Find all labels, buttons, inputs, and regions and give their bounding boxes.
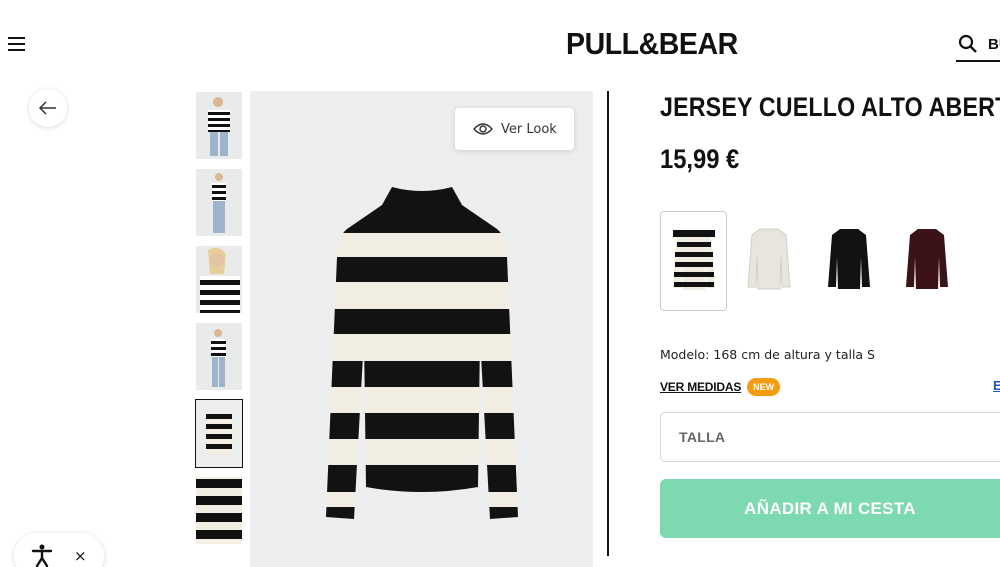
menu-icon[interactable] (8, 36, 25, 52)
ver-look-button[interactable]: Ver Look (455, 108, 574, 150)
product-main-image[interactable]: Ver Look (250, 91, 593, 567)
burgundy-sweater-icon (906, 229, 948, 289)
color-option-cream[interactable] (736, 211, 803, 311)
sweater-image (326, 187, 518, 519)
add-to-cart-button[interactable]: AÑADIR A MI CESTA (660, 479, 1000, 538)
ver-look-label: Ver Look (501, 121, 557, 137)
thumbnail-model-full[interactable] (196, 323, 242, 390)
ver-medidas-link[interactable]: VER MEDIDAS NEW (660, 378, 781, 396)
size-select[interactable]: TALLA (660, 412, 1000, 462)
black-sweater-icon (828, 229, 870, 289)
new-badge: NEW (747, 378, 781, 396)
model-info: Modelo: 168 cm de altura y talla S (660, 347, 875, 362)
striped-sweater-icon (673, 230, 715, 290)
size-guide-link[interactable]: E (993, 378, 1000, 393)
close-icon[interactable]: × (74, 547, 87, 565)
thumbnail-product-flat[interactable] (195, 399, 243, 468)
product-title: JERSEY CUELLO ALTO ABERTUR (660, 92, 1000, 122)
arrow-left-icon (39, 101, 56, 115)
color-selector (660, 211, 1000, 311)
accessibility-icon[interactable] (30, 543, 54, 567)
color-option-striped[interactable] (660, 211, 727, 311)
color-option-black[interactable] (816, 211, 883, 311)
color-option-burgundy[interactable] (894, 211, 961, 311)
search-label: BU (988, 35, 1000, 53)
thumbnail-product-detail[interactable] (196, 477, 242, 544)
back-button[interactable] (29, 89, 67, 127)
thumbnail-model-side[interactable] (196, 169, 242, 236)
ver-medidas-label: VER MEDIDAS (660, 380, 742, 394)
thumbnail-model-front[interactable] (196, 92, 242, 159)
cream-sweater-icon (747, 228, 791, 290)
eye-icon (473, 123, 493, 135)
search-bar[interactable]: BU (956, 28, 1000, 62)
size-placeholder: TALLA (679, 429, 726, 445)
product-page: PULL&BEAR BU (0, 0, 1000, 567)
product-price: 15,99 € (660, 144, 740, 174)
accessibility-widget: × (14, 533, 104, 567)
search-icon (958, 34, 977, 53)
add-to-cart-label: AÑADIR A MI CESTA (744, 498, 916, 518)
thumbnail-list (195, 92, 243, 554)
brand-logo[interactable]: PULL&BEAR (566, 26, 738, 62)
gallery-scrollbar[interactable] (607, 91, 609, 556)
thumbnail-model-closeup[interactable] (196, 246, 242, 313)
